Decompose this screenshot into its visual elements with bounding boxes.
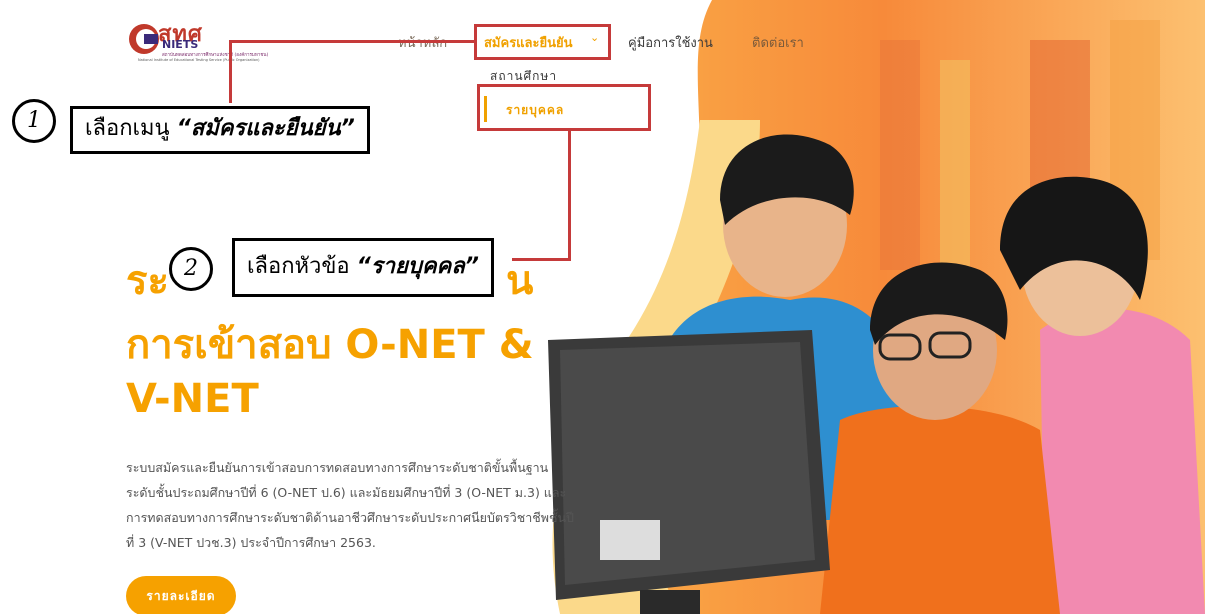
hero-title-line1: ระ น (126, 248, 533, 312)
step1-instruction: เลือกเมนู “สมัครและยืนยัน” (70, 106, 370, 154)
logo-subtitle-english: National Institute of Educational Testin… (138, 58, 260, 62)
step1-number-badge: 1 (12, 99, 56, 143)
guide-line-step1-horizontal (229, 40, 475, 43)
step2-prefix: เลือกหัวข้อ (247, 254, 357, 279)
hero-description: ระบบสมัครและยืนยันการเข้าสอบการทดสอบทางก… (126, 460, 574, 550)
step2-instruction: เลือกหัวข้อ “รายบุคคล” (232, 238, 494, 297)
logo-english-text: NIETS (162, 38, 199, 51)
logo-subtitle-thai: สถาบันทดสอบทางการศึกษาแห่งชาติ (องค์การม… (162, 53, 269, 58)
step1-prefix: เลือกเมนู (85, 116, 177, 141)
nav-contact-link[interactable]: ติดต่อเรา (752, 32, 804, 53)
nav-manual-link[interactable]: คู่มือการใช้งาน (628, 32, 713, 53)
guide-line-step2-vertical (568, 130, 571, 260)
highlight-individual-item (477, 84, 651, 131)
hero-title-line1-end: น (506, 258, 534, 304)
step1-highlight: “สมัครและยืนยัน” (176, 116, 355, 141)
step2-number-badge: 2 (169, 247, 213, 291)
guide-line-step1-vertical (229, 40, 232, 103)
step2-highlight: “รายบุคคล” (356, 254, 479, 279)
hero-title-line2: การเข้าสอบ O-NET & (126, 322, 534, 368)
hero-title-line3: V-NET (126, 376, 259, 422)
hero-title-line1-start: ระ (126, 258, 169, 304)
detail-button[interactable]: รายละเอียด (126, 576, 236, 614)
highlight-register-menu (474, 24, 611, 60)
